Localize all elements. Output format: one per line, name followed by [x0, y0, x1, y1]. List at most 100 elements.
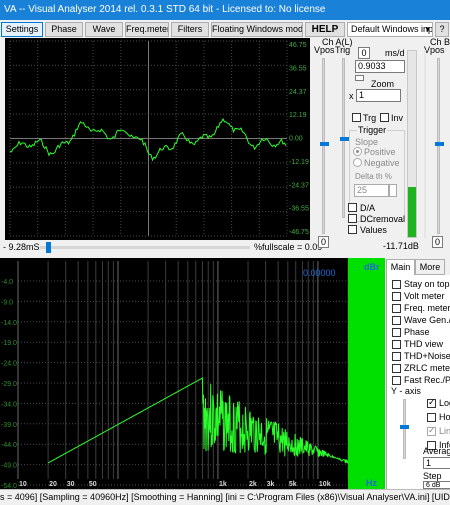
spec-left-tick: -29.0 — [1, 381, 17, 388]
trg-label: Trg — [363, 113, 377, 123]
dcremoval-checkbox[interactable] — [348, 214, 357, 223]
inv-checkbox[interactable] — [380, 113, 389, 122]
da-checkbox[interactable] — [348, 203, 357, 212]
delta-label: Delta th % — [355, 172, 392, 181]
ms-div-field[interactable]: 0.9033 — [355, 60, 405, 73]
spec-x-tick: 10 — [19, 481, 27, 488]
spec-left-tick: -39.0 — [1, 422, 17, 429]
question-button[interactable]: ? — [435, 22, 449, 37]
values-label: Values — [360, 225, 387, 235]
positive-label: Positive — [364, 147, 396, 157]
y-axis-checkbox[interactable] — [427, 413, 436, 422]
y-axis-label: Y - axis — [391, 386, 421, 396]
zoom-field[interactable]: 1 — [356, 89, 401, 102]
windows-combo-value: Default Windows inp — [351, 24, 433, 34]
windows-combo[interactable]: Default Windows inp ▾ — [347, 22, 433, 37]
spec-x-tick: 50 — [89, 481, 97, 488]
db-unit-label: dBr — [364, 262, 380, 272]
oscilloscope-info-bar: - 9.28mS %fullscale = 0.09 — [0, 241, 322, 254]
vpos-a-slider[interactable] — [322, 58, 325, 234]
oscilloscope-panel: 46.75 36.55 24.37 12.19 0.00 -12.19 -24.37 -36.… — [5, 38, 310, 240]
osc-y-tick: 12.19 — [289, 112, 307, 119]
fullscale-label: %fullscale = 0.09 — [254, 242, 323, 252]
y-axis-option-label: Lin — [439, 426, 450, 436]
negative-label: Negative — [364, 158, 400, 168]
spec-x-tick: 3k — [267, 481, 275, 488]
positive-radio[interactable] — [353, 147, 362, 156]
spec-x-tick: 10k — [319, 481, 331, 488]
y-axis-checkbox[interactable] — [427, 397, 436, 408]
y-axis-slider[interactable] — [403, 399, 406, 459]
spec-x-tick: 5k — [289, 481, 297, 488]
option-checkbox[interactable] — [392, 280, 401, 289]
zoom-x-label: x — [349, 91, 354, 101]
osc-y-tick: -36.55 — [289, 206, 309, 213]
step-label: Step — [423, 471, 442, 481]
time-scrollbar[interactable] — [40, 246, 250, 249]
delta-field[interactable]: 25 — [354, 184, 389, 197]
help-button[interactable]: HELP — [305, 22, 345, 37]
values-checkbox[interactable] — [348, 225, 357, 234]
floating-windows-button[interactable]: Floating Windows mode — [211, 22, 303, 37]
option-checkbox[interactable] — [392, 328, 401, 337]
option-checkbox[interactable] — [392, 292, 401, 301]
delta-spinner[interactable] — [389, 184, 397, 197]
y-axis-option-label: Log — [439, 398, 450, 408]
window-controls — [370, 0, 450, 20]
osc-y-tick: 36.55 — [289, 65, 307, 72]
option-label: ZRLC meter — [404, 363, 450, 373]
spec-x-tick: 1k — [219, 481, 227, 488]
vpos-a-thumb[interactable] — [320, 142, 329, 146]
da-label: D/A — [360, 203, 376, 213]
spectrum-trace — [47, 377, 349, 464]
tab-main[interactable]: Main — [386, 259, 415, 275]
slope-label: Slope — [355, 137, 379, 147]
vpos-b-thumb[interactable] — [435, 142, 444, 146]
average-label: Average — [423, 446, 450, 456]
main-tab-content: Stay on top Volt meter Freq. meter Wave Gen… — [386, 275, 450, 489]
average-field[interactable]: 1 — [423, 457, 450, 469]
trig-thumb[interactable] — [340, 137, 349, 141]
spec-left-tick: -14.0 — [1, 320, 17, 327]
time-label: - 9.28mS — [3, 242, 40, 252]
time-scroll-thumb[interactable] — [46, 242, 51, 253]
option-checkbox[interactable] — [392, 340, 401, 349]
zero-right-field[interactable]: 0 — [432, 236, 443, 248]
ms-div-spinner[interactable] — [355, 75, 364, 81]
spec-left-tick: -4.0 — [1, 279, 13, 286]
dcremoval-label: DCremoval — [360, 214, 406, 224]
option-label: Volt meter — [404, 291, 445, 301]
toolbar: Settings Phase Wave Freq.meter Filters F… — [0, 20, 450, 38]
zero-a-field[interactable]: 0 — [358, 47, 370, 59]
tab-more[interactable]: More — [415, 259, 445, 275]
y-axis-thumb[interactable] — [400, 425, 409, 429]
chevron-down-icon: ▾ — [425, 24, 430, 34]
step-field[interactable]: 6 dB — [423, 481, 450, 489]
oscilloscope-grid — [9, 40, 288, 237]
option-checkbox[interactable] — [392, 364, 401, 373]
wave-button[interactable]: Wave — [85, 22, 123, 37]
negative-radio[interactable] — [353, 158, 362, 167]
trg-checkbox[interactable] — [352, 113, 361, 122]
osc-y-tick: -24.37 — [289, 182, 309, 189]
y-axis-checkbox[interactable] — [427, 425, 436, 436]
freq-meter-button[interactable]: Freq.meter — [125, 22, 169, 37]
vpos-b-slider[interactable] — [437, 58, 440, 234]
filters-button[interactable]: Filters — [171, 22, 209, 37]
spec-left-tick: -19.0 — [1, 340, 17, 347]
spec-x-tick: 2k — [249, 481, 257, 488]
option-checkbox[interactable] — [392, 304, 401, 313]
spectrum-display: -4.0 -9.0 -14.0 -19.0 -24.0 -29.0 -34.0 -39.0 -4… — [1, 261, 361, 490]
settings-button[interactable]: Settings — [1, 22, 43, 37]
zero-left-field[interactable]: 0 — [318, 236, 329, 248]
option-checkbox[interactable] — [392, 352, 401, 361]
option-label: Freq. meter — [404, 303, 450, 313]
option-checkbox[interactable] — [392, 316, 401, 325]
zoom-label: Zoom — [371, 79, 395, 89]
phase-button[interactable]: Phase — [45, 22, 83, 37]
db-readout: 0.00000 — [303, 268, 336, 278]
spec-left-tick: -49.0 — [1, 463, 17, 470]
option-label: Fast Rec./Pla — [404, 375, 450, 385]
spectrum-panel: -4.0 -9.0 -14.0 -19.0 -24.0 -29.0 -34.0 -39.0 -4… — [0, 258, 385, 490]
option-checkbox[interactable] — [392, 376, 401, 385]
